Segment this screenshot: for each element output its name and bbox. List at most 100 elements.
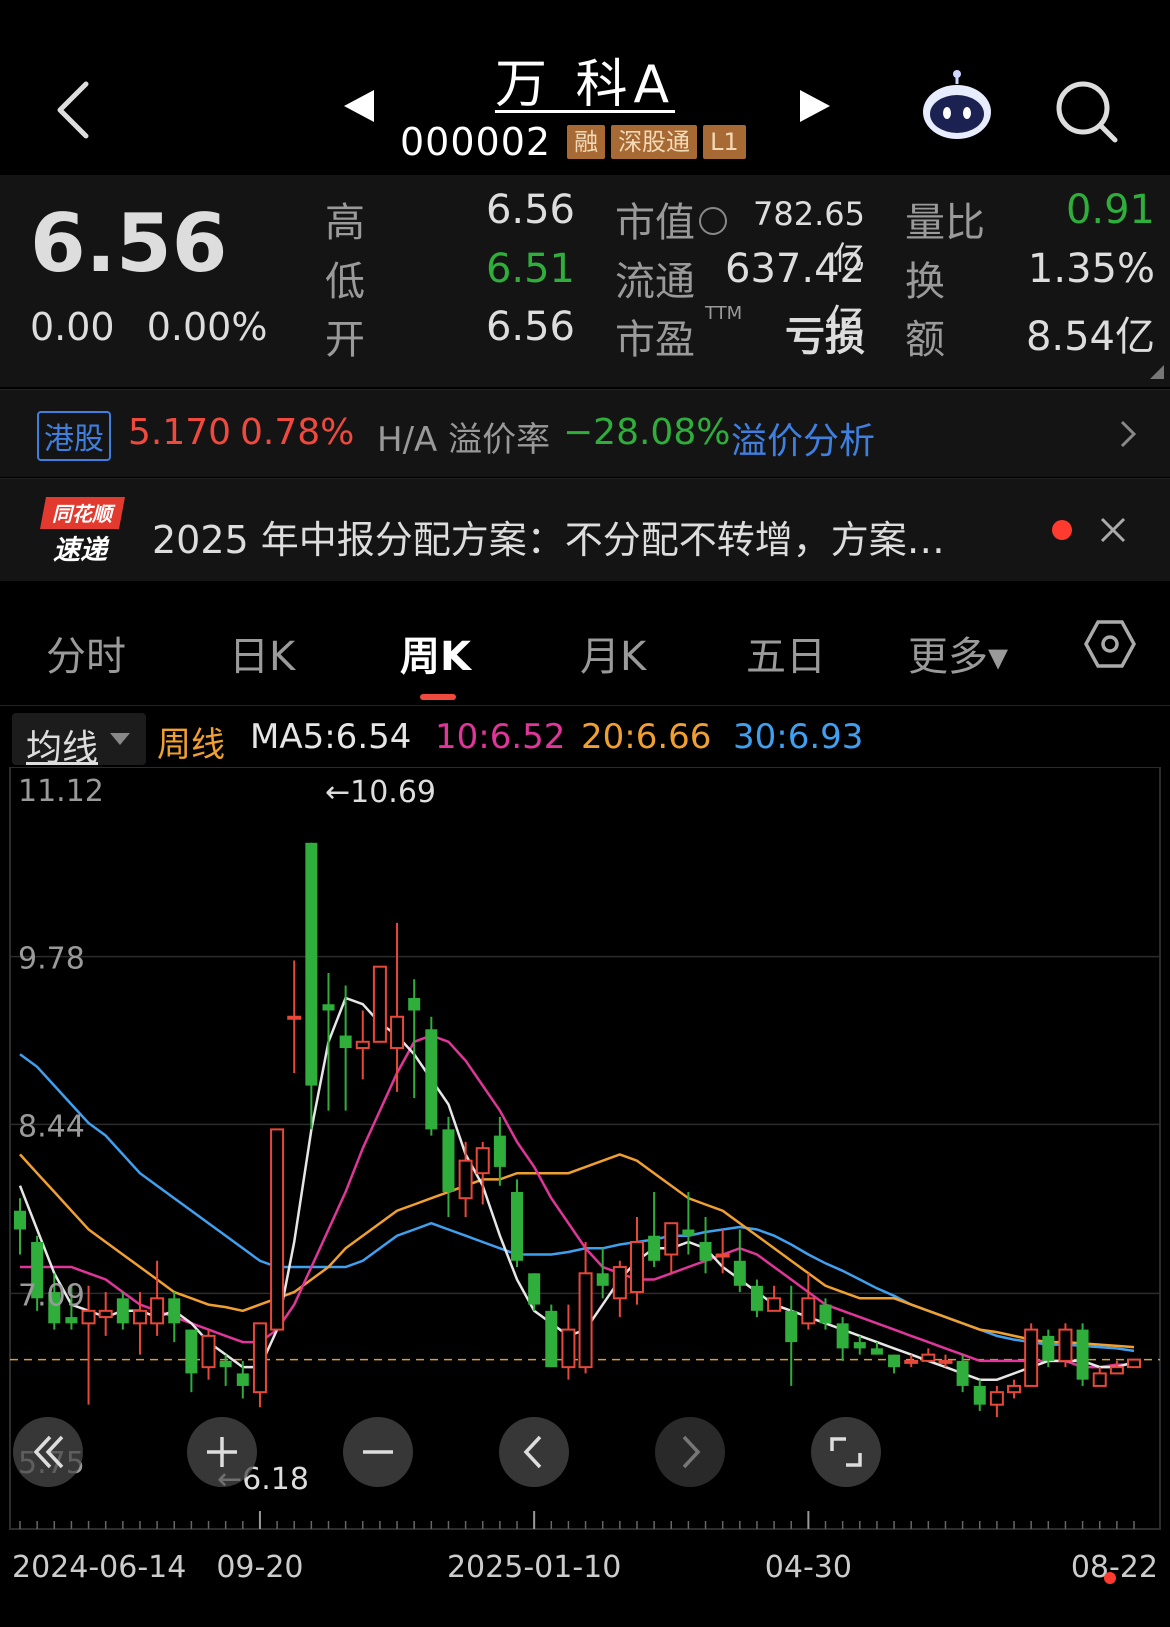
- up-candle: [150, 1260, 165, 1336]
- assistant-robot-icon[interactable]: [918, 70, 996, 142]
- candle-body: [322, 1004, 335, 1011]
- candle-body: [98, 1309, 113, 1319]
- volume-ratio-label: 量比: [905, 200, 985, 246]
- amount-label: 额: [905, 317, 945, 363]
- up-candle: [98, 1292, 113, 1336]
- candle-body: [767, 1297, 782, 1312]
- candle-body: [870, 1348, 883, 1355]
- stock-code: 000002: [400, 120, 552, 164]
- ma30-line: [19, 1053, 1135, 1353]
- down-candle: [785, 1285, 798, 1386]
- candle-body: [1007, 1384, 1022, 1394]
- current-price: 6.56: [30, 197, 228, 290]
- candle-body: [801, 1297, 816, 1325]
- zoom-in-button[interactable]: [187, 1417, 257, 1487]
- high-annotation: ←10.69: [325, 775, 436, 810]
- low-label: 低: [325, 259, 365, 305]
- down-candle: [836, 1317, 849, 1361]
- chart-frame: [9, 767, 1161, 1530]
- candle-body: [339, 1035, 352, 1049]
- candle-body: [561, 1328, 576, 1369]
- y-tick-label: 8.44: [18, 1109, 85, 1144]
- quote-panel[interactable]: 6.56 0.00 0.00% 高 6.56 低 6.51 开 6.56 市值 …: [0, 175, 1170, 387]
- up-candle: [664, 1222, 679, 1274]
- pe-ttm-label: TTM: [705, 303, 743, 324]
- tab-daily-k[interactable]: 日K: [229, 624, 295, 682]
- back-arrow-icon[interactable]: [50, 78, 98, 142]
- tab-monthly-k[interactable]: 月K: [580, 624, 646, 682]
- next-button[interactable]: [655, 1417, 725, 1487]
- up-candle: [1109, 1360, 1124, 1375]
- up-candle: [767, 1285, 782, 1312]
- hk-price: 5.170: [128, 412, 232, 453]
- up-candle: [1092, 1367, 1107, 1387]
- up-candle: [612, 1260, 627, 1318]
- level-badge: L1: [703, 125, 746, 159]
- stock-name[interactable]: 万 科A: [470, 42, 700, 117]
- connect-badge: 深股通: [611, 125, 698, 159]
- tab-more[interactable]: 更多▾: [908, 624, 1008, 682]
- expand-corner-icon[interactable]: [1150, 365, 1164, 379]
- up-candle: [458, 1141, 473, 1217]
- up-candle: [355, 1010, 370, 1080]
- candle-body: [629, 1241, 644, 1294]
- market-cap-label: 市值: [615, 190, 731, 248]
- candle-body: [355, 1040, 370, 1050]
- hk-pct: 0.78%: [240, 412, 355, 453]
- high-label: 高: [325, 200, 365, 246]
- previous-stock-icon[interactable]: [342, 88, 378, 124]
- down-candle: [699, 1216, 712, 1274]
- kline-chart[interactable]: 11.129.788.447.095.752024-06-1409-202025…: [0, 767, 1170, 1627]
- latest-dot: [1104, 1572, 1116, 1584]
- previous-button[interactable]: [499, 1417, 569, 1487]
- open-value: 6.56: [485, 304, 575, 350]
- news-banner[interactable]: 同花顺 速递 2025 年中报分配方案：不分配不转增，方案…: [0, 478, 1170, 581]
- up-candle: [287, 960, 302, 1074]
- tab-weekly-k[interactable]: 周K: [400, 624, 471, 682]
- news-headline[interactable]: 2025 年中报分配方案：不分配不转增，方案…: [152, 509, 945, 564]
- ma-layer: [18, 996, 1135, 1381]
- candle-body: [733, 1260, 746, 1286]
- candle-body: [219, 1360, 232, 1368]
- ma-period-label: 周线: [157, 725, 225, 765]
- x-tick-label: 2025-01-10: [447, 1550, 621, 1585]
- candle-body: [475, 1147, 490, 1175]
- period-tabs: 分时 日K 周K 月K 五日 更多▾: [0, 596, 1170, 706]
- down-candle: [185, 1329, 198, 1393]
- candle-layer: [14, 842, 1141, 1418]
- ma20-label: 20:6.66: [581, 717, 712, 757]
- next-stock-icon[interactable]: [796, 88, 832, 124]
- indicator-select[interactable]: 均线: [12, 713, 146, 769]
- candle-body: [545, 1310, 558, 1368]
- price-change-row: 0.00 0.00%: [30, 305, 287, 349]
- candle-body: [921, 1353, 936, 1362]
- candle-body: [390, 1015, 405, 1050]
- search-icon[interactable]: [1053, 78, 1119, 144]
- down-candle: [648, 1191, 661, 1268]
- turnover-value: 1.35%: [1027, 246, 1155, 292]
- premium-analysis-link[interactable]: 溢价分析: [731, 412, 875, 464]
- down-candle: [596, 1248, 609, 1299]
- info-icon[interactable]: [699, 207, 727, 235]
- y-tick-label: 11.12: [18, 774, 104, 809]
- low-value: 6.51: [485, 246, 575, 292]
- chevron-right-icon[interactable]: [1118, 418, 1138, 450]
- rewind-button[interactable]: [13, 1417, 83, 1487]
- candle-body: [973, 1385, 986, 1405]
- fullscreen-button[interactable]: [811, 1417, 881, 1487]
- hk-share-row[interactable]: 港股 5.170 0.78% H/A 溢价率 −28.08% 溢价分析: [0, 389, 1170, 477]
- settings-hexagon-icon[interactable]: [1084, 618, 1136, 670]
- close-icon[interactable]: [1098, 515, 1128, 545]
- news-logo: 同花顺 速递: [40, 497, 125, 566]
- pe-label: 市盈: [615, 317, 695, 363]
- down-candle: [493, 1116, 506, 1186]
- candle-body: [1109, 1366, 1124, 1375]
- tab-intraday[interactable]: 分时: [46, 624, 126, 682]
- up-candle: [1007, 1379, 1022, 1399]
- candle-body: [853, 1342, 866, 1349]
- tab-five-day[interactable]: 五日: [746, 624, 826, 682]
- zoom-out-button[interactable]: [343, 1417, 413, 1487]
- candle-body: [185, 1329, 198, 1374]
- ma5-label: MA5:6.54: [250, 717, 412, 757]
- candle-body: [1042, 1335, 1055, 1361]
